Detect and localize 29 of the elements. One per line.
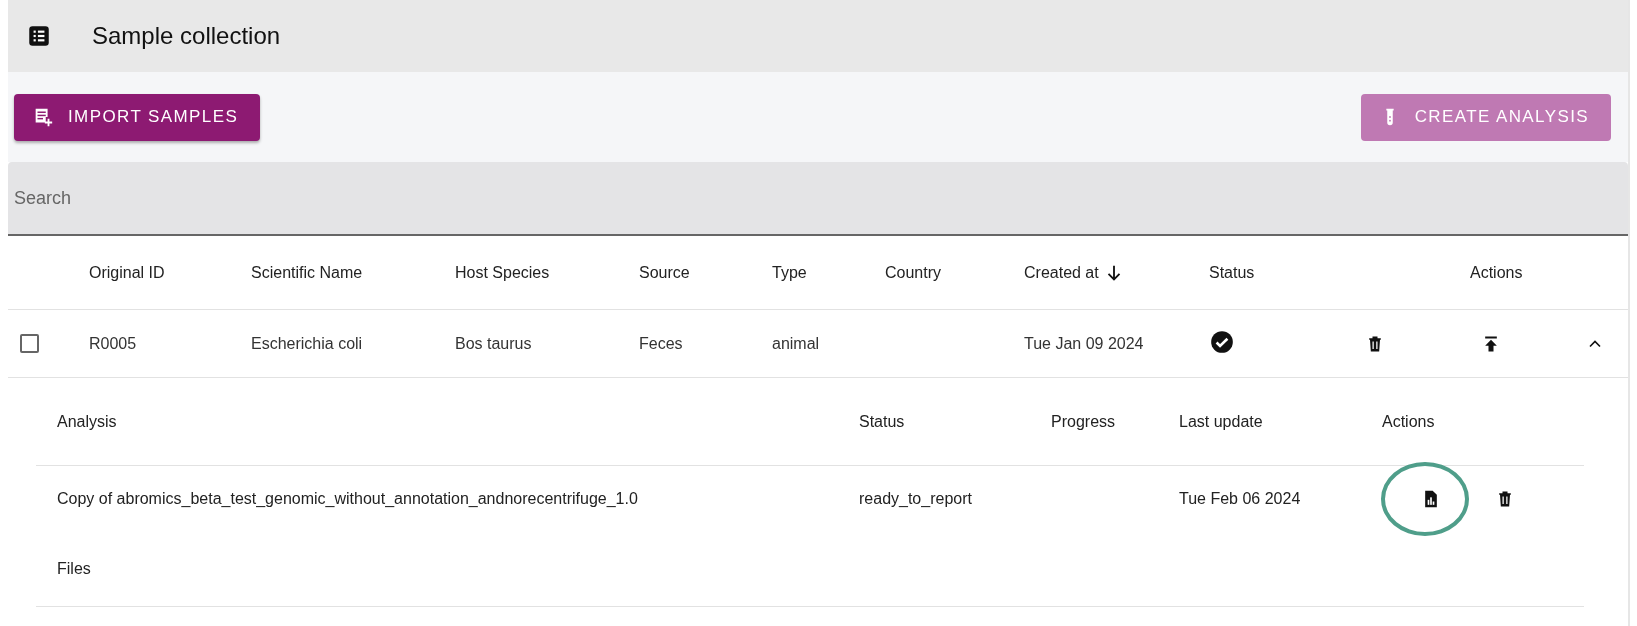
- list-icon: [26, 23, 52, 49]
- column-header[interactable]: Source: [639, 263, 772, 282]
- column-header[interactable]: Country: [885, 263, 1024, 282]
- search-field[interactable]: Search: [8, 162, 1628, 236]
- column-header[interactable]: Scientific Name: [251, 263, 455, 282]
- column-header: Status: [859, 412, 906, 431]
- column-header[interactable]: Actions: [1470, 263, 1580, 282]
- column-header: Last update: [1179, 412, 1264, 431]
- column-header: Analysis: [57, 412, 118, 431]
- table-cell-text: Tue Feb 06 2024: [1179, 490, 1302, 508]
- import-button[interactable]: IMPORT SAMPLES: [14, 93, 261, 141]
- table-cell-text: animal: [772, 334, 821, 353]
- table-cell-text: ready_to_report: [859, 490, 973, 508]
- column-header[interactable]: Status: [1209, 263, 1360, 282]
- page-title: Sample collection: [92, 22, 281, 50]
- column-header[interactable]: Original ID: [89, 263, 251, 282]
- table-cell-text: Tue Jan 09 2024: [1024, 334, 1145, 353]
- column-header[interactable]: Host Species: [455, 263, 639, 282]
- column-header: Progress: [1051, 412, 1117, 431]
- column-header[interactable]: Type: [772, 263, 885, 282]
- checkbox[interactable]: [20, 334, 39, 353]
- table-cell-text: Feces: [639, 334, 684, 353]
- files-label: Files: [57, 560, 91, 578]
- table-cell-text: Bos taurus: [455, 334, 533, 353]
- table-cell-text: Escherichia coli: [251, 334, 364, 353]
- column-header: Actions: [1382, 412, 1436, 431]
- table-cell-text: Copy of abromics_beta_test_genomic_without_annotation_andnorecentrifuge_1.0: [57, 490, 639, 508]
- column-header[interactable]: Created at: [1024, 261, 1209, 284]
- table-cell-text: R0005: [89, 334, 138, 353]
